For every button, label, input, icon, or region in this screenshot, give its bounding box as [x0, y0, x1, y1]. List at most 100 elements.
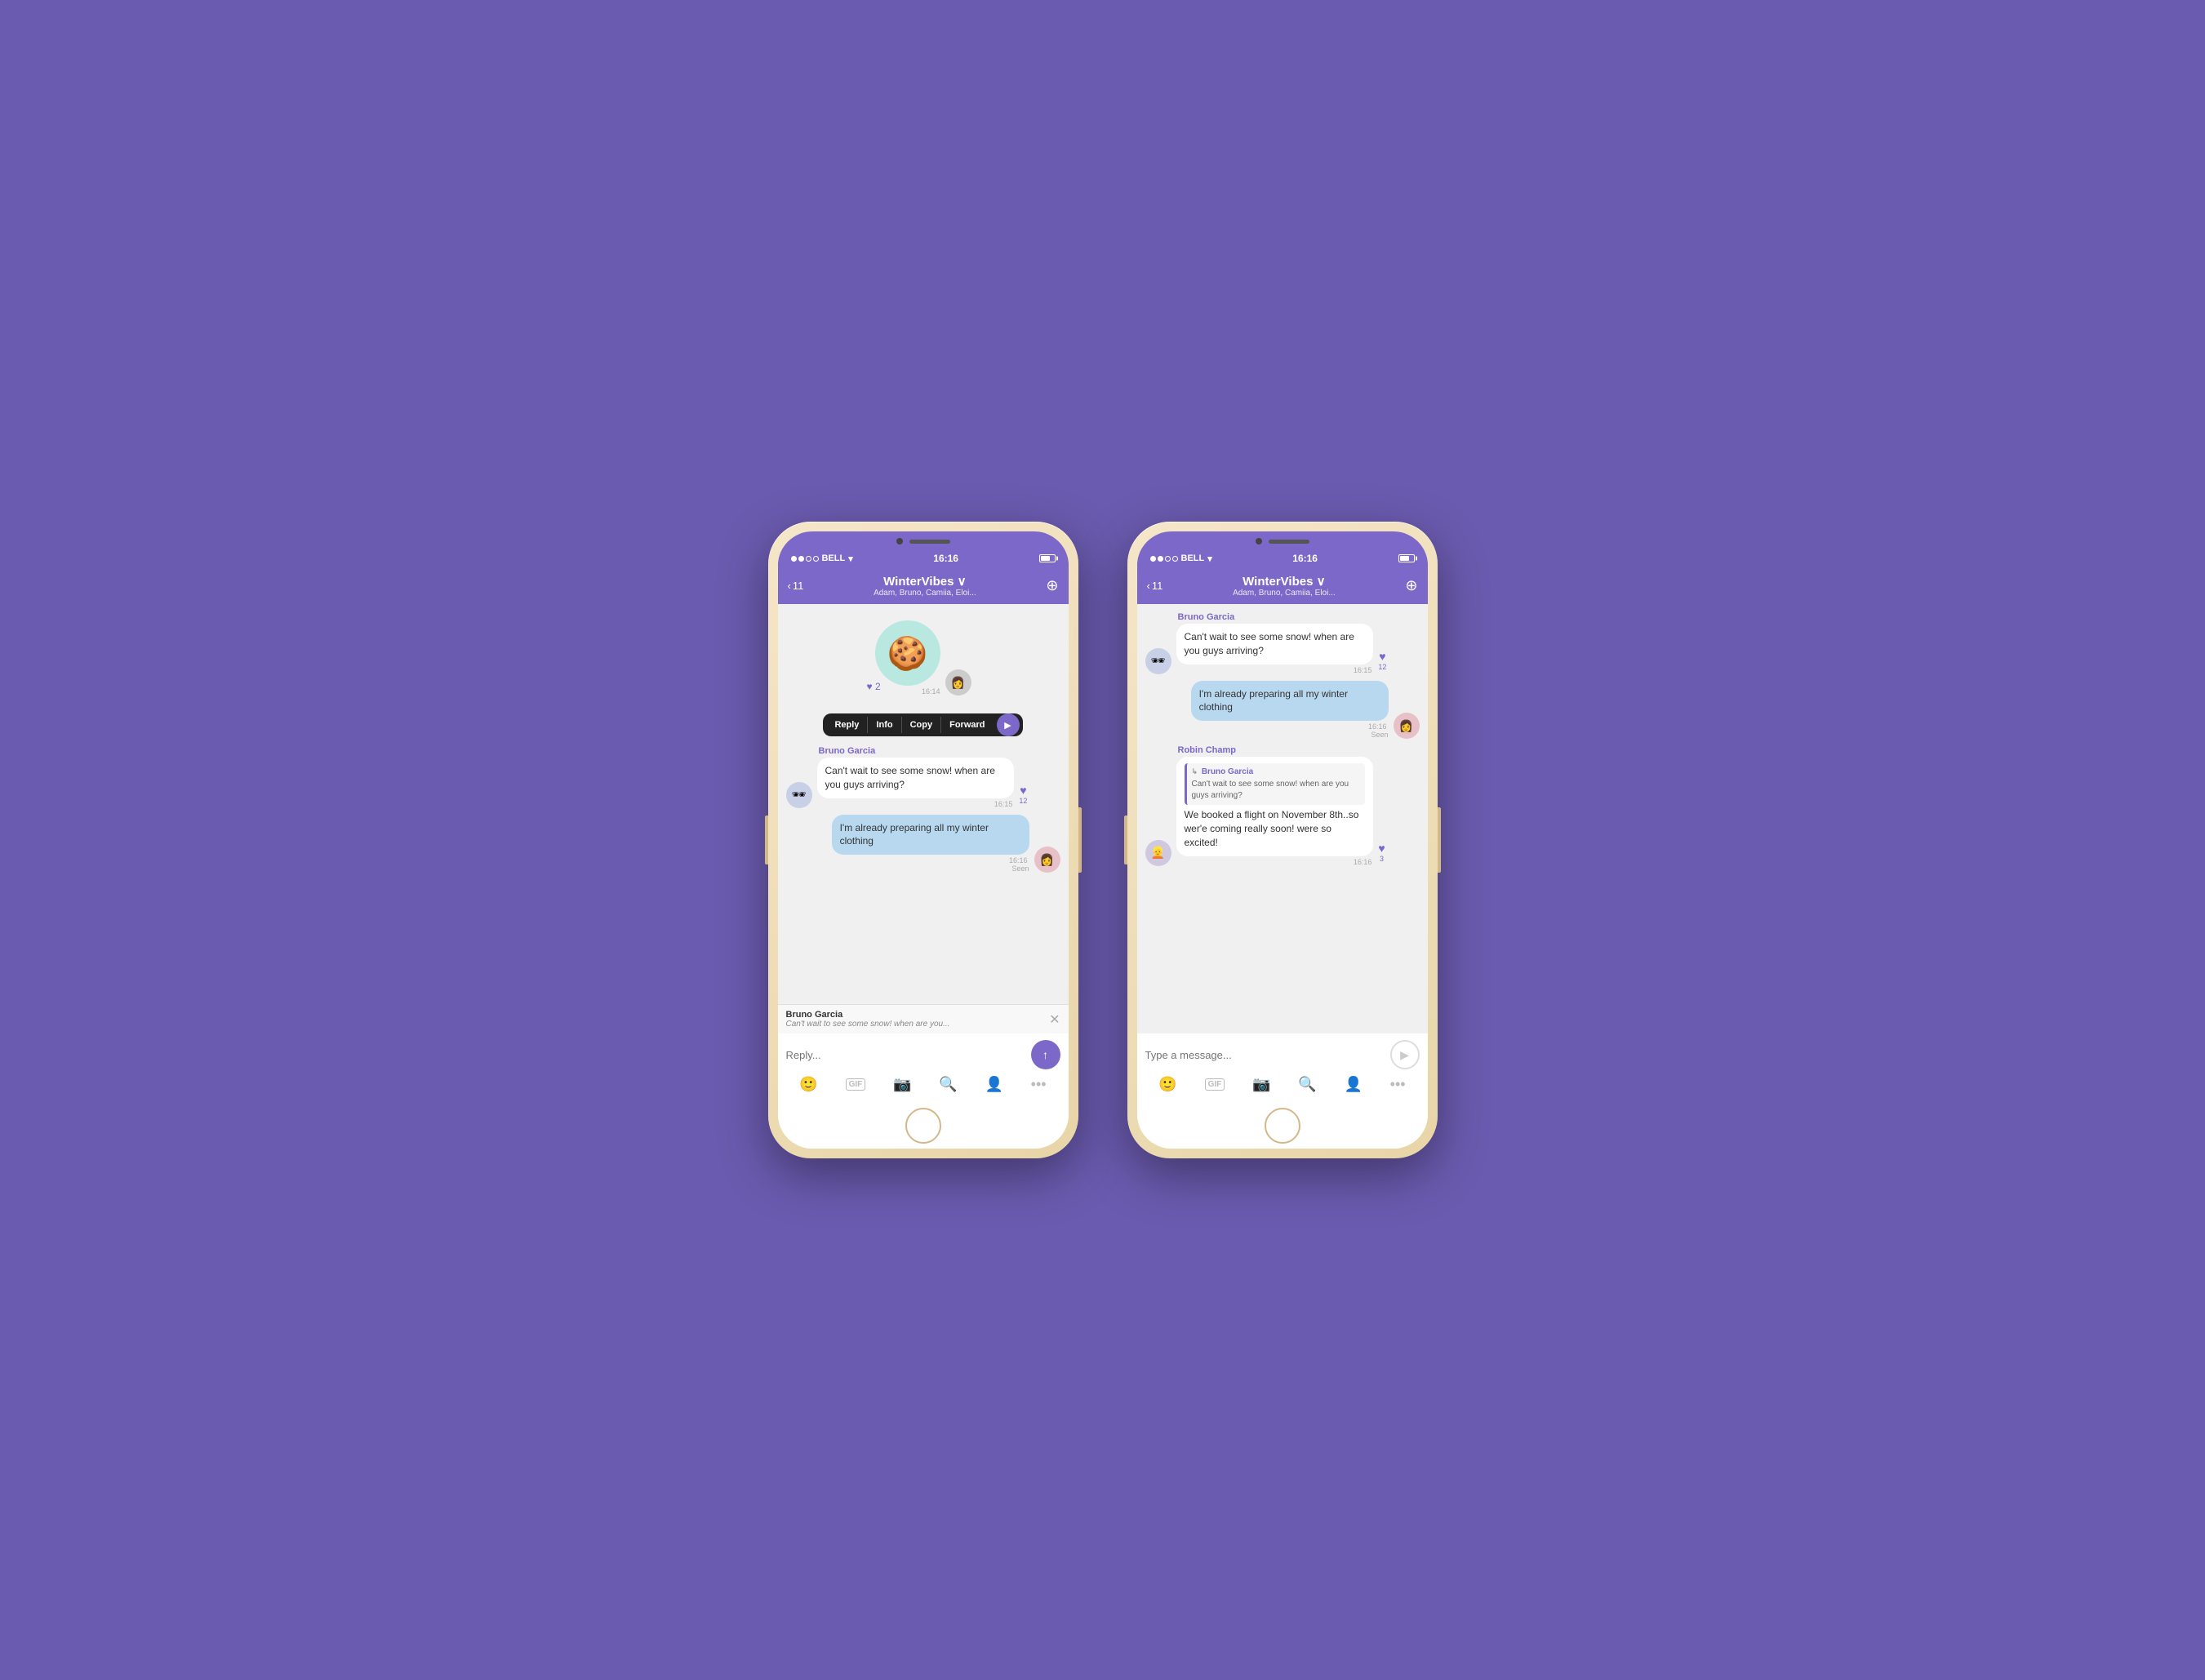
- emoji-button[interactable]: 🙂: [799, 1076, 817, 1093]
- earpiece: [909, 540, 950, 544]
- sent-bubble: I'm already preparing all my winter clot…: [832, 815, 1029, 856]
- reply-bar-content: Bruno Garcia Can't wait to see some snow…: [786, 1010, 1050, 1029]
- message-input-right[interactable]: [1145, 1049, 1384, 1061]
- reply-quote-text: Can't wait to see some snow! when are yo…: [1192, 779, 1361, 802]
- time-r1: 16:15: [1176, 666, 1374, 674]
- heart-count: 12: [1019, 797, 1027, 805]
- reply-bubble-wrap: Robin Champ ↳ Bruno Garcia Can't wait to…: [1176, 745, 1374, 865]
- input-area-right: ▶ 🙂 GIF 📷 🔍 👤 •••: [1137, 1033, 1428, 1101]
- chat-area-left: 👩 🍪 ♥ 2 16:14 Reply: [778, 604, 1069, 1004]
- heart-r2: ♥ 3: [1378, 842, 1385, 863]
- search-button-r[interactable]: 🔍: [1298, 1076, 1316, 1093]
- more-button[interactable]: •••: [1031, 1076, 1047, 1093]
- reply-bar: Bruno Garcia Can't wait to see some snow…: [778, 1004, 1069, 1033]
- status-left: BELL ▾: [791, 553, 853, 564]
- gif-button[interactable]: GIF: [846, 1078, 866, 1091]
- status-right: [1039, 554, 1056, 562]
- sent-avatar: 👩: [945, 669, 971, 696]
- my-avatar-r: 👩: [1394, 713, 1420, 739]
- front-camera-right: [1256, 538, 1262, 544]
- phone-top-detail: BELL ▾ 16:16 ‹ 11: [778, 531, 1069, 604]
- reply-author-text: Bruno Garcia: [1202, 767, 1253, 776]
- emoji-button-r[interactable]: 🙂: [1158, 1076, 1176, 1093]
- sender-name-r2: Robin Champ: [1176, 745, 1374, 755]
- reply-quote: ↳ Bruno Garcia Can't wait to see some sn…: [1185, 763, 1366, 805]
- reply-bar-text: Can't wait to see some snow! when are yo…: [786, 1020, 1050, 1029]
- add-person-button-r[interactable]: ⊕: [1405, 577, 1417, 594]
- home-button-area: [778, 1101, 1069, 1149]
- carrier-label: BELL: [822, 553, 846, 563]
- camera-button-r[interactable]: 📷: [1252, 1076, 1270, 1093]
- signal-dot-r1: [1150, 556, 1156, 562]
- sent-time-r: 16:16: [1191, 722, 1389, 731]
- search-button[interactable]: 🔍: [939, 1076, 957, 1093]
- back-button-r[interactable]: ‹ 11: [1147, 580, 1163, 592]
- msg-text-r2: We booked a flight on November 8th..so w…: [1185, 809, 1359, 848]
- received-message-1: 🕶 Bruno Garcia Can't wait to see some sn…: [786, 746, 1060, 808]
- battery-fill-r: [1400, 556, 1409, 561]
- heart-r1: ♥ 12: [1378, 650, 1386, 671]
- bruno-avatar: 🕶: [786, 782, 812, 808]
- sticker-image: 🍪 ♥ 2: [875, 620, 940, 686]
- heart-count-r1: 12: [1378, 663, 1386, 671]
- context-menu-area: Reply Info Copy Forward ▶: [786, 710, 1060, 740]
- wifi-icon: ▾: [848, 553, 853, 564]
- sent-bubble-r: I'm already preparing all my winter clot…: [1191, 681, 1389, 722]
- info-button[interactable]: Info: [868, 713, 900, 736]
- sticker-time: 16:14: [875, 687, 940, 696]
- play-button[interactable]: ▶: [997, 713, 1020, 736]
- add-person-button[interactable]: ⊕: [1046, 577, 1058, 594]
- status-left-r: BELL ▾: [1150, 553, 1212, 564]
- carrier-label-r: BELL: [1181, 553, 1205, 563]
- nav-bar-left: ‹ 11 WinterVibes ∨ Adam, Bruno, Camiia, …: [778, 567, 1069, 604]
- heart-icon: ♥: [1020, 784, 1026, 797]
- home-circle[interactable]: [905, 1108, 941, 1144]
- received-bubble-wrap: Bruno Garcia Can't wait to see some snow…: [817, 746, 1015, 808]
- back-chevron-r: ‹: [1147, 580, 1150, 592]
- forward-button[interactable]: Forward: [941, 713, 993, 736]
- people-button[interactable]: 👤: [985, 1076, 1002, 1093]
- signal-dot-r4: [1172, 556, 1178, 562]
- status-time-r: 16:16: [1292, 553, 1318, 564]
- scene: BELL ▾ 16:16 ‹ 11: [719, 473, 1487, 1207]
- signal-bars: [791, 556, 819, 562]
- reply-bar-name: Bruno Garcia: [786, 1010, 1050, 1020]
- back-count-r: 11: [1152, 580, 1163, 592]
- reply-button[interactable]: Reply: [826, 713, 867, 736]
- phone-right: BELL ▾ 16:16 ‹ 11: [1127, 522, 1438, 1158]
- context-menu: Reply Info Copy Forward ▶: [823, 713, 1022, 736]
- sent-time: 16:16: [832, 856, 1029, 864]
- sent-bubble-wrap: I'm already preparing all my winter clot…: [832, 815, 1029, 873]
- message-input-left[interactable]: [786, 1049, 1025, 1061]
- seen-label: Seen: [832, 864, 1029, 873]
- home-circle-r[interactable]: [1265, 1108, 1300, 1144]
- message-text: Can't wait to see some snow! when are yo…: [825, 765, 995, 790]
- input-row-r: ▶: [1145, 1040, 1420, 1069]
- msg-text-r1: Can't wait to see some snow! when are yo…: [1185, 631, 1354, 656]
- input-row: ↑: [786, 1040, 1060, 1069]
- gif-button-r[interactable]: GIF: [1205, 1078, 1225, 1091]
- chat-title-r[interactable]: WinterVibes ∨: [1233, 574, 1336, 589]
- send-button-left[interactable]: ↑: [1031, 1040, 1060, 1069]
- signal-dot-r2: [1158, 556, 1163, 562]
- front-camera: [896, 538, 903, 544]
- more-button-r[interactable]: •••: [1390, 1076, 1406, 1093]
- camera-button[interactable]: 📷: [893, 1076, 911, 1093]
- chat-title[interactable]: WinterVibes ∨: [874, 574, 976, 589]
- phone-top-detail-right: BELL ▾ 16:16 ‹ 11: [1137, 531, 1428, 604]
- copy-button[interactable]: Copy: [902, 713, 941, 736]
- my-avatar: 👩: [1034, 847, 1060, 873]
- status-right-r: [1398, 554, 1415, 562]
- wifi-icon-r: ▾: [1207, 553, 1212, 564]
- back-button[interactable]: ‹ 11: [788, 580, 804, 592]
- heart-icon-r1: ♥: [1379, 650, 1385, 663]
- back-count: 11: [793, 580, 804, 592]
- sent-text-r: I'm already preparing all my winter clot…: [1199, 688, 1348, 713]
- close-reply-button[interactable]: ✕: [1049, 1011, 1060, 1028]
- heart-reaction-1: ♥ 12: [1019, 784, 1027, 805]
- signal-dot-2: [798, 556, 804, 562]
- chat-area-right: 🕶 Bruno Garcia Can't wait to see some sn…: [1137, 604, 1428, 1033]
- send-button-right[interactable]: ▶: [1390, 1040, 1420, 1069]
- people-button-r[interactable]: 👤: [1344, 1076, 1362, 1093]
- reply-arrow-icon: ↳: [1192, 767, 1198, 776]
